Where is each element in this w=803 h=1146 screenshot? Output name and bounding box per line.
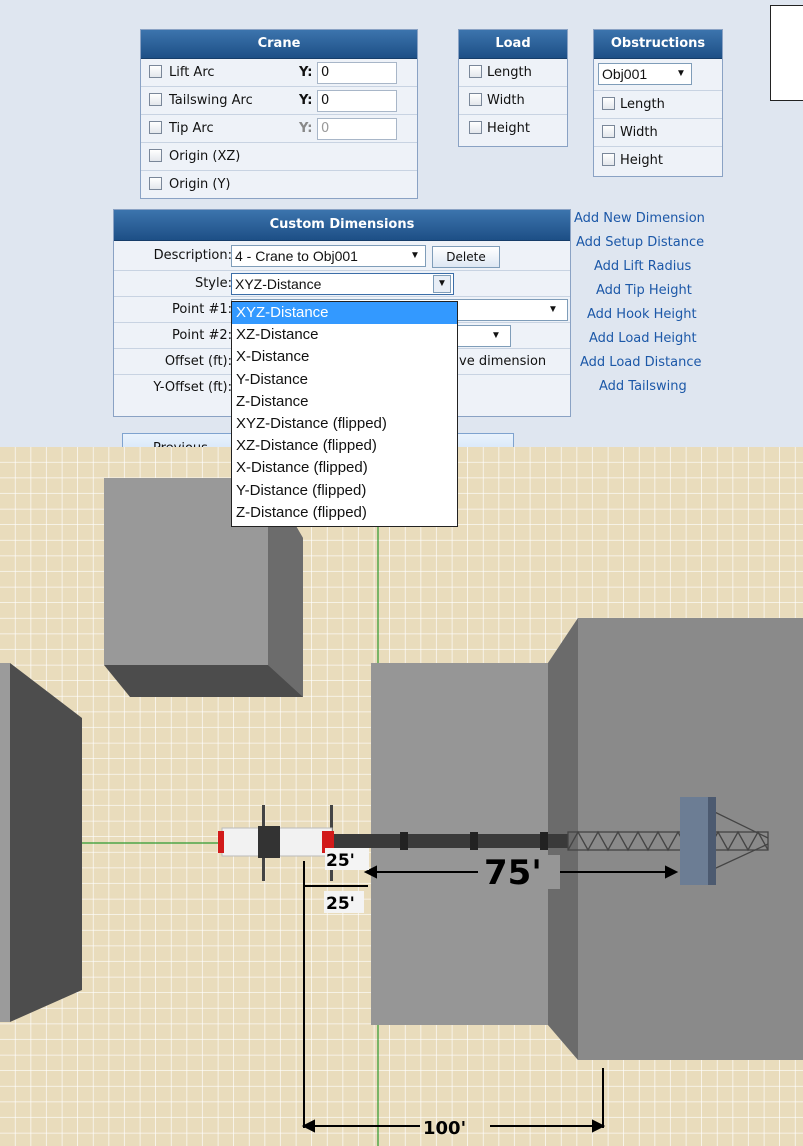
tailswing-arc-y-input[interactable]: 0 xyxy=(317,90,397,112)
load-height-checkbox[interactable] xyxy=(469,121,482,134)
tailswing-arc-label: Tailswing Arc xyxy=(169,93,253,108)
custom-dimensions-title: Custom Dimensions xyxy=(114,210,570,241)
load-width-checkbox[interactable] xyxy=(469,93,482,106)
style-select[interactable]: XYZ-Distance ▼ xyxy=(231,273,454,295)
dimension-25-horizontal: 25' xyxy=(326,894,355,914)
point2-label: Point #2: xyxy=(172,328,232,343)
lift-arc-y-input[interactable]: 0 xyxy=(317,62,397,84)
load-height-label: Height xyxy=(487,121,530,136)
style-label: Style: xyxy=(194,276,232,291)
crane-panel: Crane Lift Arc Y: 0 Tailswing Arc Y: 0 Tip A… xyxy=(140,29,418,199)
origin-y-label: Origin (Y) xyxy=(169,177,231,192)
add-load-distance-link[interactable]: Add Load Distance xyxy=(580,355,701,370)
building-left xyxy=(0,663,82,1022)
add-tip-height-link[interactable]: Add Tip Height xyxy=(596,283,692,298)
tailswing-arc-y-label: Y: xyxy=(299,93,313,108)
style-select-value: XYZ-Distance xyxy=(235,276,322,292)
obstruction-height-label: Height xyxy=(620,153,663,168)
chevron-down-icon: ▼ xyxy=(548,304,558,315)
obstruction-length-label: Length xyxy=(620,97,665,112)
chevron-down-icon: ▼ xyxy=(433,275,451,293)
offset-label: Offset (ft): xyxy=(164,354,232,369)
chevron-down-icon: ▼ xyxy=(410,250,420,261)
lift-arc-checkbox[interactable] xyxy=(149,65,162,78)
style-option[interactable]: X-Distance (flipped) xyxy=(232,457,457,479)
style-option[interactable]: XZ-Distance xyxy=(232,324,457,346)
origin-y-checkbox[interactable] xyxy=(149,177,162,190)
obstruction-height-checkbox[interactable] xyxy=(602,153,615,166)
load-panel-title: Load xyxy=(459,30,567,59)
style-option[interactable]: X-Distance xyxy=(232,346,457,368)
delete-button[interactable]: Delete xyxy=(432,246,500,268)
tip-arc-label: Tip Arc xyxy=(169,121,214,136)
tip-arc-y-label: Y: xyxy=(299,121,313,136)
tip-arc-y-input[interactable]: 0 xyxy=(317,118,397,140)
crane-panel-title: Crane xyxy=(141,30,417,59)
chevron-down-icon: ▼ xyxy=(676,68,686,79)
save-dimension-label[interactable]: ve dimension xyxy=(459,354,546,369)
crane-scene-viewport[interactable]: 25' 25' 75' 100' xyxy=(0,447,803,1146)
annotation-callout-box xyxy=(770,5,803,101)
dimension-75: 75' xyxy=(484,853,542,893)
dimension-25-diagonal: 25' xyxy=(326,851,355,871)
style-option[interactable]: XZ-Distance (flipped) xyxy=(232,435,457,457)
add-hook-height-link[interactable]: Add Hook Height xyxy=(587,307,697,322)
load-length-checkbox[interactable] xyxy=(469,65,482,78)
tailswing-arc-checkbox[interactable] xyxy=(149,93,162,106)
load-width-label: Width xyxy=(487,93,525,108)
obstruction-width-checkbox[interactable] xyxy=(602,125,615,138)
add-new-dimension-link[interactable]: Add New Dimension xyxy=(574,211,705,226)
load-length-label: Length xyxy=(487,65,532,80)
add-lift-radius-link[interactable]: Add Lift Radius xyxy=(594,259,691,274)
yoffset-label: Y-Offset (ft): xyxy=(153,380,232,395)
style-option[interactable]: Y-Distance xyxy=(232,369,457,391)
obstruction-length-checkbox[interactable] xyxy=(602,97,615,110)
style-dropdown-list[interactable]: XYZ-Distance XZ-Distance X-Distance Y-Di… xyxy=(231,301,458,527)
style-option[interactable]: Z-Distance xyxy=(232,391,457,413)
origin-xz-checkbox[interactable] xyxy=(149,149,162,162)
style-option[interactable]: Z-Distance (flipped) xyxy=(232,502,457,524)
obstructions-panel: Obstructions Obj001 ▼ Length Width Height xyxy=(593,29,723,177)
chevron-down-icon: ▼ xyxy=(491,330,501,341)
add-setup-distance-link[interactable]: Add Setup Distance xyxy=(576,235,704,250)
point1-label: Point #1: xyxy=(172,302,232,317)
add-tailswing-link[interactable]: Add Tailswing xyxy=(599,379,687,394)
description-select[interactable]: 4 - Crane to Obj001 ▼ xyxy=(231,245,426,267)
obstruction-width-label: Width xyxy=(620,125,658,140)
obstructions-panel-title: Obstructions xyxy=(594,30,722,59)
add-load-height-link[interactable]: Add Load Height xyxy=(589,331,697,346)
description-label: Description: xyxy=(153,248,232,263)
origin-xz-label: Origin (XZ) xyxy=(169,149,241,164)
load-panel: Load Length Width Height xyxy=(458,29,568,147)
lift-arc-y-label: Y: xyxy=(299,65,313,80)
style-option[interactable]: XYZ-Distance xyxy=(232,302,457,325)
lift-arc-label: Lift Arc xyxy=(169,65,215,80)
dimension-100: 100' xyxy=(423,1118,466,1139)
obstruction-select-value: Obj001 xyxy=(602,66,648,82)
tip-arc-checkbox[interactable] xyxy=(149,121,162,134)
description-select-value: 4 - Crane to Obj001 xyxy=(235,248,358,264)
obstruction-select[interactable]: Obj001 ▼ xyxy=(598,63,692,85)
style-option[interactable]: XYZ-Distance (flipped) xyxy=(232,413,457,435)
style-option[interactable]: Y-Distance (flipped) xyxy=(232,480,457,502)
